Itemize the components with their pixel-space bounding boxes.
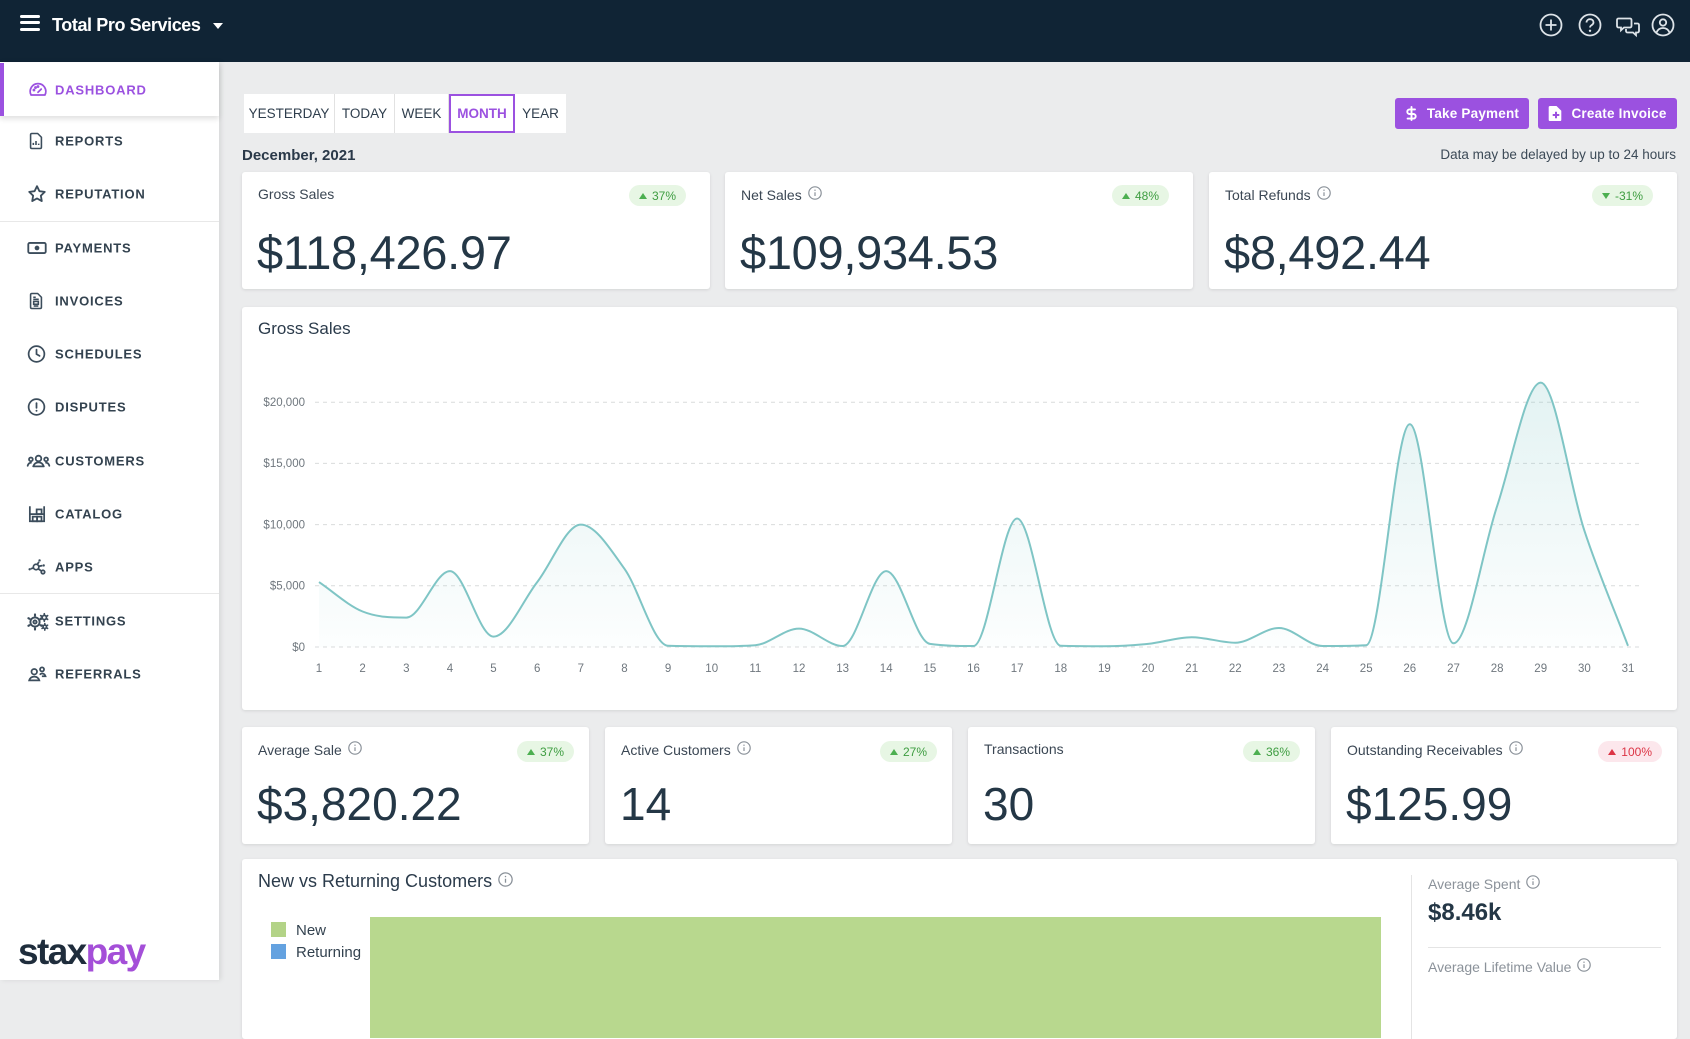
svg-text:30: 30	[1578, 663, 1591, 675]
svg-text:6: 6	[534, 663, 540, 675]
svg-text:18: 18	[1054, 663, 1067, 675]
svg-text:20: 20	[1142, 663, 1155, 675]
svg-text:11: 11	[749, 663, 761, 675]
svg-text:14: 14	[880, 663, 893, 675]
svg-text:1: 1	[316, 663, 322, 675]
svg-text:2: 2	[359, 663, 365, 675]
svg-text:17: 17	[1011, 663, 1024, 675]
svg-text:$10,000: $10,000	[263, 519, 305, 531]
svg-text:$5,000: $5,000	[270, 581, 305, 593]
svg-text:$0: $0	[292, 642, 305, 654]
svg-text:$20,000: $20,000	[263, 397, 305, 409]
svg-text:28: 28	[1491, 663, 1504, 675]
svg-text:7: 7	[578, 663, 584, 675]
svg-text:5: 5	[490, 663, 496, 675]
svg-text:8: 8	[621, 663, 627, 675]
svg-text:15: 15	[924, 663, 937, 675]
svg-text:19: 19	[1098, 663, 1111, 675]
svg-text:26: 26	[1403, 663, 1416, 675]
svg-text:31: 31	[1622, 663, 1635, 675]
svg-text:24: 24	[1316, 663, 1329, 675]
svg-text:13: 13	[836, 663, 849, 675]
svg-text:21: 21	[1185, 663, 1198, 675]
svg-text:25: 25	[1360, 663, 1373, 675]
svg-text:10: 10	[705, 663, 718, 675]
svg-text:27: 27	[1447, 663, 1460, 675]
svg-text:22: 22	[1229, 663, 1242, 675]
svg-text:12: 12	[793, 663, 806, 675]
svg-text:16: 16	[967, 663, 980, 675]
svg-text:4: 4	[447, 663, 454, 675]
svg-text:3: 3	[403, 663, 409, 675]
svg-text:$15,000: $15,000	[263, 458, 305, 470]
svg-text:29: 29	[1534, 663, 1547, 675]
svg-text:9: 9	[665, 663, 671, 675]
svg-text:23: 23	[1273, 663, 1286, 675]
